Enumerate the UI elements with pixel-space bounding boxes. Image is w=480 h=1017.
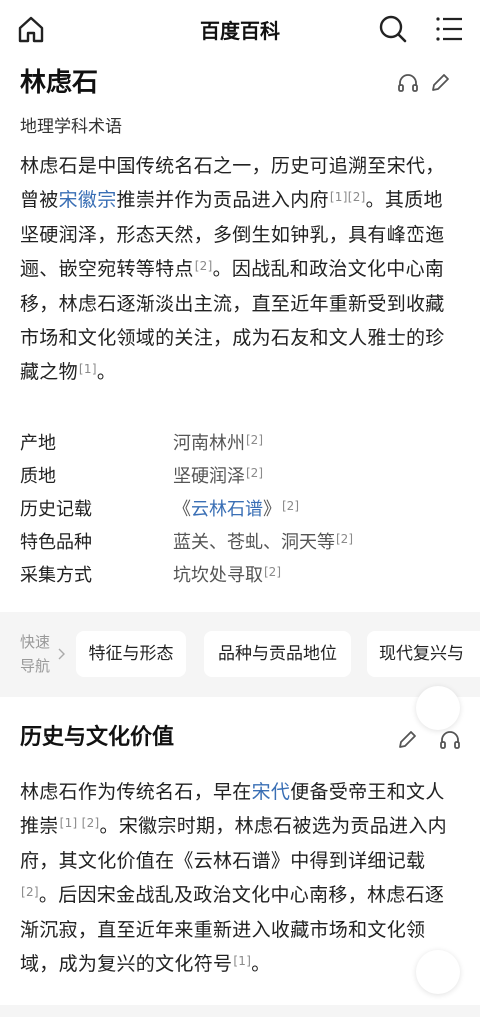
search-icon[interactable] — [378, 13, 408, 43]
reference-mark[interactable]: [2] — [264, 565, 281, 579]
infobox-value[interactable]: 河南林州[2] — [173, 427, 263, 460]
paragraph-text: 林虑石作为传统名石，早在 — [20, 781, 252, 803]
reference-mark[interactable]: [2] — [21, 885, 39, 899]
chevron-right-icon — [58, 648, 65, 660]
paragraph-text: 推崇并作为贡品进入内府 — [116, 189, 329, 212]
reference-mark[interactable]: [2] — [336, 532, 353, 546]
floating-button[interactable] — [416, 950, 460, 994]
reference-mark[interactable]: [2] — [195, 259, 213, 273]
quick-nav-chip[interactable]: 现代复兴与 — [367, 631, 480, 677]
article-subtitle: 地理学科术语 — [20, 117, 122, 137]
bottom-divider — [0, 1005, 480, 1017]
section-paragraph: 林虑石作为传统名石，早在宋代便备受帝王和文人推崇[1] [2]。宋徽宗时期，林虑… — [20, 775, 462, 981]
article-header: 林虑石 — [20, 63, 460, 103]
quick-nav-chip[interactable]: 品种与贡品地位 — [204, 631, 351, 677]
infobox-row: 产地 河南林州[2] — [20, 427, 460, 460]
infobox-row: 历史记载 《云林石谱》[2] — [20, 493, 460, 526]
infobox-value: 坑坎处寻取[2] — [173, 565, 281, 586]
infobox-key: 采集方式 — [20, 565, 92, 586]
reference-mark[interactable]: [1][2] — [330, 190, 366, 204]
edit-icon[interactable] — [428, 71, 452, 95]
quick-nav-chip[interactable]: 特征与形态 — [76, 631, 186, 677]
infobox-key: 质地 — [20, 466, 56, 487]
infobox-row: 特色品种 蓝关、苍虬、洞天等[2] — [20, 526, 460, 559]
headphones-icon[interactable] — [396, 71, 420, 95]
article-title: 林虑石 — [20, 68, 99, 98]
inline-link[interactable]: 宋徽宗 — [59, 189, 117, 211]
inline-link[interactable]: 宋代 — [252, 781, 291, 803]
infobox-key: 特色品种 — [20, 532, 92, 553]
edit-icon[interactable] — [395, 728, 419, 752]
section-header: 历史与文化价值 — [20, 718, 460, 758]
paragraph-text: 。 — [96, 361, 117, 384]
infobox-key: 历史记载 — [20, 499, 92, 520]
reference-mark[interactable]: [1] — [233, 954, 251, 968]
reference-mark[interactable]: [2] — [246, 466, 263, 480]
infobox-value: 蓝关、苍虬、洞天等[2] — [173, 532, 353, 553]
paragraph-text: 。 — [251, 953, 271, 976]
section-title: 历史与文化价值 — [20, 725, 175, 750]
infobox-key: 产地 — [20, 433, 56, 454]
book-link[interactable]: 云林石谱 — [191, 499, 263, 520]
intro-paragraph: 林虑石是中国传统名石之一，历史可追溯至宋代，曾被宋徽宗推崇并作为贡品进入内府[1… — [20, 149, 462, 390]
infobox-row: 质地 坚硬润泽[2] — [20, 460, 460, 493]
site-title: 百度百科 — [200, 19, 280, 43]
quick-navigation: 快速导航 特征与形态 品种与贡品地位 现代复兴与 — [0, 612, 480, 697]
top-navigation-bar: 百度百科 — [0, 0, 480, 58]
infobox-value: 坚硬润泽[2] — [173, 466, 263, 487]
headphones-icon[interactable] — [438, 728, 462, 752]
reference-mark[interactable]: [1] — [79, 362, 97, 376]
reference-mark[interactable]: [2] — [282, 499, 299, 513]
reference-mark[interactable]: [1] [2] — [60, 816, 100, 830]
menu-icon[interactable] — [435, 14, 465, 44]
quick-nav-label: 快速导航 — [20, 633, 51, 675]
reference-mark[interactable]: [2] — [246, 433, 263, 447]
infobox-row: 采集方式 坑坎处寻取[2] — [20, 559, 460, 592]
infobox-value: 《云林石谱》[2] — [173, 499, 299, 520]
infobox: 产地 河南林州[2] 质地 坚硬润泽[2] 历史记载 《云林石谱》[2] 特色品… — [20, 427, 460, 592]
